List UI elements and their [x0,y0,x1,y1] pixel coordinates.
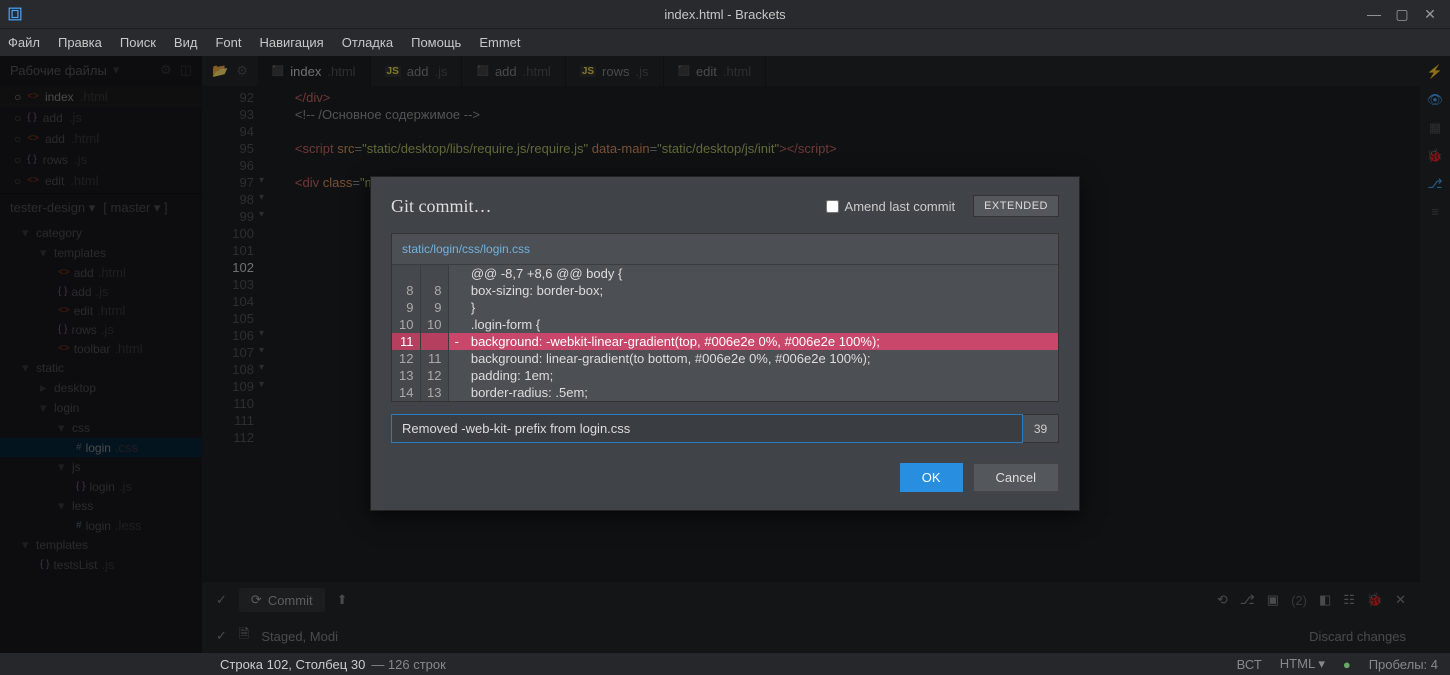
commit-message-input[interactable] [391,414,1023,443]
amend-checkbox[interactable]: Amend last commit [826,199,956,214]
indent-picker[interactable]: Пробелы: 4 [1369,657,1438,672]
menu-bar: Файл Правка Поиск Вид Font Навигация Отладка По… [0,28,1450,56]
diff-viewer: static/login/css/login.css @@ -8,7 +8,6 … [391,233,1059,402]
minimize-button[interactable]: — [1362,6,1386,23]
menu-помощь[interactable]: Помощь [411,35,461,50]
modal-overlay: Git commit… Amend last commit EXTENDED s… [0,56,1450,653]
cancel-button[interactable]: Cancel [973,463,1059,492]
menu-font[interactable]: Font [215,35,241,50]
char-count: 39 [1023,414,1059,443]
diff-file-path[interactable]: static/login/css/login.css [392,234,1058,265]
ok-button[interactable]: OK [900,463,963,492]
menu-поиск[interactable]: Поиск [120,35,156,50]
menu-отладка[interactable]: Отладка [342,35,393,50]
menu-правка[interactable]: Правка [58,35,102,50]
app-logo-icon [6,5,24,23]
git-commit-dialog: Git commit… Amend last commit EXTENDED s… [370,176,1080,511]
close-button[interactable]: ✕ [1418,6,1442,23]
extended-button[interactable]: EXTENDED [973,195,1059,217]
window-title: index.html - Brackets [0,7,1450,22]
language-picker[interactable]: HTML ▾ [1280,656,1325,672]
menu-файл[interactable]: Файл [8,35,40,50]
menu-навигация[interactable]: Навигация [259,35,323,50]
dialog-title: Git commit… [391,196,492,217]
insert-mode[interactable]: ВСТ [1237,657,1262,672]
status-bar: Строка 102, Столбец 30 — 126 строк ВСТ H… [0,653,1450,675]
maximize-button[interactable]: ▢ [1390,6,1414,23]
lint-status-icon[interactable]: ● [1343,657,1351,672]
menu-emmet[interactable]: Emmet [479,35,520,50]
menu-вид[interactable]: Вид [174,35,198,50]
title-bar: index.html - Brackets — ▢ ✕ [0,0,1450,28]
